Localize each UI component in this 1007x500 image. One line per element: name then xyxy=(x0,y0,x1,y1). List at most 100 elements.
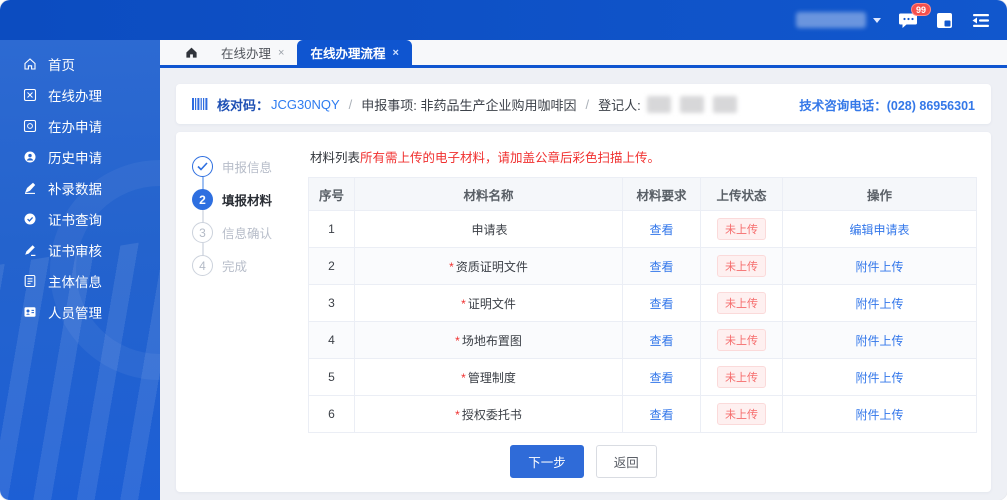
notice-prefix: 材料列表 xyxy=(310,151,361,165)
check-code-value: JCG30NQY xyxy=(271,96,340,112)
step-application-info: 申报信息 xyxy=(192,150,296,190)
action-link[interactable]: 附件上传 xyxy=(855,408,903,422)
action-link[interactable]: 附件上传 xyxy=(855,260,903,274)
tab-online-handling-process[interactable]: 在线办理流程 × xyxy=(297,40,412,65)
sidebar-item-online-handling[interactable]: 在线办理 xyxy=(0,79,160,110)
step-label: 填报材料 xyxy=(222,194,273,208)
cell-name: * 授权委托书 xyxy=(354,395,623,433)
sidebar-item-certificate-query[interactable]: 证书查询 xyxy=(0,203,160,234)
sidebar-item-label: 证书查询 xyxy=(48,212,102,228)
cell-name: * 场地布置图 xyxy=(354,321,623,359)
sidebar-item-label: 历史申请 xyxy=(48,150,102,166)
registrant-label: 登记人: xyxy=(598,97,641,113)
col-header-status: 上传状态 xyxy=(700,177,783,211)
view-link[interactable]: 查看 xyxy=(649,223,673,237)
table-row: 2 * 资质证明文件 查看 未上传 附件上传 xyxy=(308,247,977,285)
action-link[interactable]: 附件上传 xyxy=(855,334,903,348)
subject-info-icon xyxy=(23,274,37,288)
user-menu[interactable] xyxy=(796,12,881,28)
sidebar-item-supplementary-data[interactable]: 补录数据 xyxy=(0,172,160,203)
sidebar-item-label: 证书审核 xyxy=(48,243,102,259)
separator: / xyxy=(585,96,590,112)
view-link[interactable]: 查看 xyxy=(649,260,673,274)
materials-card: 申报信息 2 填报材料 3 信息确认 4 完成 材料列表所有需上传的电子材料，请… xyxy=(176,132,991,492)
view-link[interactable]: 查看 xyxy=(649,334,673,348)
cell-no: 3 xyxy=(308,284,355,322)
sidebar-item-subject-info[interactable]: 主体信息 xyxy=(0,265,160,296)
step-fill-materials: 2 填报材料 xyxy=(192,183,296,223)
cell-name: * 证明文件 xyxy=(354,284,623,322)
col-header-requirement: 材料要求 xyxy=(622,177,701,211)
step-number: 2 xyxy=(192,189,213,210)
step-label: 信息确认 xyxy=(222,227,273,241)
tab-home-button[interactable] xyxy=(174,40,208,65)
sidebar-item-label: 在办申请 xyxy=(48,119,102,135)
personnel-management-icon xyxy=(23,305,37,319)
sidebar-item-history-applications[interactable]: 历史申请 xyxy=(0,141,160,172)
step-label: 申报信息 xyxy=(222,161,273,175)
table-row: 4 * 场地布置图 查看 未上传 附件上传 xyxy=(308,321,977,359)
notice-highlight: 所有需上传的电子材料，请加盖公章后彩色扫描上传。 xyxy=(360,151,661,165)
view-link[interactable]: 查看 xyxy=(649,408,673,422)
sidebar: 首页 在线办理 在办申请 历史申请 补录数据 证书查询 证书审核 主体信息 人员… xyxy=(0,40,160,500)
cell-name: 申请表 xyxy=(354,210,623,248)
back-button[interactable]: 返回 xyxy=(595,445,657,478)
materials-notice: 材料列表所有需上传的电子材料，请加盖公章后彩色扫描上传。 xyxy=(308,144,977,177)
sidebar-menu: 首页 在线办理 在办申请 历史申请 补录数据 证书查询 证书审核 主体信息 人员… xyxy=(0,40,160,327)
process-stepper: 申报信息 2 填报材料 3 信息确认 4 完成 xyxy=(190,144,296,433)
sidebar-item-personnel-management[interactable]: 人员管理 xyxy=(0,296,160,327)
cell-name: * 资质证明文件 xyxy=(354,247,623,285)
chevron-down-icon xyxy=(873,17,881,23)
cell-no: 5 xyxy=(308,358,355,396)
status-badge: 未上传 xyxy=(717,329,766,351)
step-complete: 4 完成 xyxy=(192,249,296,282)
status-badge: 未上传 xyxy=(717,403,766,425)
table-row: 5 * 管理制度 查看 未上传 附件上传 xyxy=(308,358,977,396)
cell-no: 1 xyxy=(308,210,355,248)
step-confirm-info: 3 信息确认 xyxy=(192,216,296,256)
action-link[interactable]: 附件上传 xyxy=(855,297,903,311)
support-phone: 技术咨询电话：(028) 86956301 xyxy=(799,98,975,113)
materials-table-area: 材料列表所有需上传的电子材料，请加盖公章后彩色扫描上传。 序号 材料名称 材料要… xyxy=(296,144,977,433)
tab-label: 在线办理 xyxy=(221,47,272,61)
view-link[interactable]: 查看 xyxy=(649,297,673,311)
cell-name: * 管理制度 xyxy=(354,358,623,396)
barcode-icon xyxy=(192,98,208,110)
cell-no: 2 xyxy=(308,247,355,285)
user-name-redacted xyxy=(796,12,866,28)
next-step-button[interactable]: 下一步 xyxy=(510,445,584,478)
check-code-label: 核对码： xyxy=(217,97,270,113)
layout-switch-button[interactable] xyxy=(936,12,953,29)
view-link[interactable]: 查看 xyxy=(649,371,673,385)
tab-online-handling[interactable]: 在线办理 × xyxy=(208,40,297,65)
col-header-action: 操作 xyxy=(782,177,977,211)
window-layout-icon xyxy=(937,12,952,28)
table-row: 6 * 授权委托书 查看 未上传 附件上传 xyxy=(308,395,977,433)
messages-button[interactable]: 99 xyxy=(899,2,931,29)
form-actions: 下一步 返回 xyxy=(190,433,977,486)
step-number: 4 xyxy=(192,255,213,276)
main-area: 在线办理 × 在线办理流程 × 核对码： JCG30NQY / 申报事项: 非药… xyxy=(160,40,1007,500)
sidebar-item-home[interactable]: 首页 xyxy=(0,48,160,79)
collapse-menu-button[interactable] xyxy=(971,13,991,28)
table-header-row: 序号 材料名称 材料要求 上传状态 操作 xyxy=(308,177,977,211)
sidebar-item-certificate-review[interactable]: 证书审核 xyxy=(0,234,160,265)
status-badge: 未上传 xyxy=(717,218,766,240)
sidebar-item-label: 在线办理 xyxy=(48,88,102,104)
tab-label: 在线办理流程 xyxy=(310,47,386,61)
step-number: 3 xyxy=(192,222,213,243)
collapse-menu-icon xyxy=(972,13,989,27)
home-icon xyxy=(23,57,37,71)
pending-applications-icon xyxy=(23,119,37,133)
history-applications-icon xyxy=(23,150,37,164)
action-link[interactable]: 编辑申请表 xyxy=(849,223,909,237)
app-window: 99 首页 在线办理 在办申请 历史申请 补录数据 证书查询 证书审核 主体信息… xyxy=(0,0,1007,500)
materials-table: 序号 材料名称 材料要求 上传状态 操作 1 申请表 查看 未上传 编辑申请表 … xyxy=(308,177,977,433)
tab-close-icon[interactable]: × xyxy=(278,47,284,59)
action-link[interactable]: 附件上传 xyxy=(855,371,903,385)
sidebar-item-pending-applications[interactable]: 在办申请 xyxy=(0,110,160,141)
unread-count-badge: 99 xyxy=(910,2,931,16)
registrant-name-redacted xyxy=(646,95,737,113)
status-badge: 未上传 xyxy=(717,366,766,388)
tab-close-icon[interactable]: × xyxy=(392,47,398,59)
